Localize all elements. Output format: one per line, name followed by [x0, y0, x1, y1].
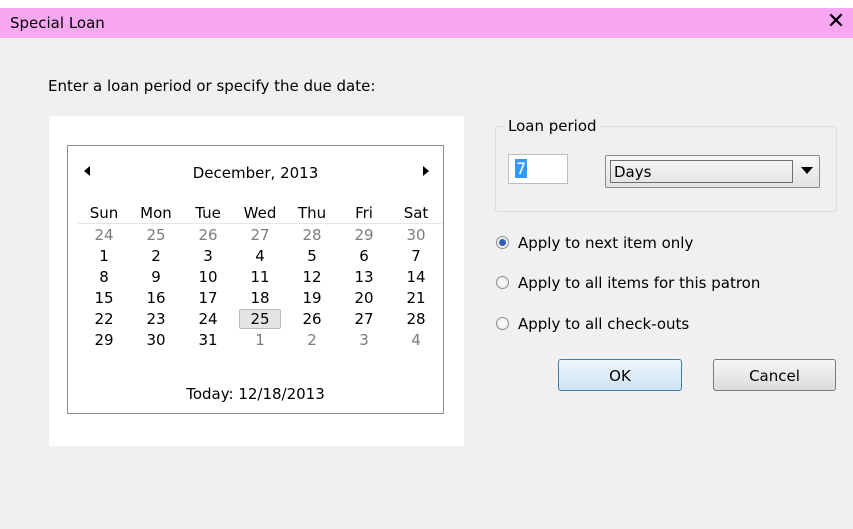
calendar-grid: Sun Mon Tue Wed Thu Fri Sat 24 25 26 27 … [78, 202, 442, 350]
calendar-day[interactable]: 11 [234, 266, 286, 287]
calendar-day[interactable]: 4 [234, 245, 286, 266]
calendar-day[interactable]: 2 [130, 245, 182, 266]
cancel-button[interactable]: Cancel [713, 359, 836, 391]
weekday-label: Tue [182, 202, 234, 224]
calendar: December, 2013 Sun Mon Tue Wed Thu Fri S… [67, 145, 444, 414]
calendar-day[interactable]: 16 [130, 287, 182, 308]
radio-label[interactable]: Apply to all items for this patron [518, 274, 760, 292]
title-bar-fill [0, 8, 853, 38]
weekday-label: Thu [286, 202, 338, 224]
loan-unit-dropdown[interactable]: Days [605, 155, 820, 188]
calendar-day[interactable]: 29 [78, 329, 130, 350]
calendar-day[interactable]: 5 [286, 245, 338, 266]
calendar-day[interactable]: 1 [234, 329, 286, 350]
weekday-label: Sat [390, 202, 442, 224]
calendar-day[interactable]: 31 [182, 329, 234, 350]
calendar-day[interactable]: 18 [234, 287, 286, 308]
calendar-day[interactable]: 28 [286, 224, 338, 246]
calendar-week: 8 9 10 11 12 13 14 [78, 266, 442, 287]
calendar-day[interactable]: 29 [338, 224, 390, 246]
radio-label[interactable]: Apply to next item only [518, 234, 693, 252]
calendar-day-selected[interactable]: 25 [234, 308, 286, 329]
calendar-day[interactable]: 26 [286, 308, 338, 329]
weekday-label: Sun [78, 202, 130, 224]
calendar-day[interactable]: 17 [182, 287, 234, 308]
triangle-right-icon[interactable] [420, 166, 430, 176]
loan-period-value: 7 [515, 159, 528, 178]
calendar-week: 29 30 31 1 2 3 4 [78, 329, 442, 350]
calendar-month-label[interactable]: December, 2013 [68, 164, 443, 182]
calendar-day[interactable]: 3 [338, 329, 390, 350]
selected-day[interactable]: 25 [239, 308, 281, 329]
calendar-day[interactable]: 24 [182, 308, 234, 329]
loan-period-input[interactable]: 7 [508, 154, 568, 184]
radio-label[interactable]: Apply to all check-outs [518, 315, 689, 333]
calendar-day[interactable]: 1 [78, 245, 130, 266]
calendar-day[interactable]: 19 [286, 287, 338, 308]
calendar-day[interactable]: 26 [182, 224, 234, 246]
weekday-label: Mon [130, 202, 182, 224]
calendar-day[interactable]: 12 [286, 266, 338, 287]
radio-unselected-icon[interactable] [496, 276, 509, 289]
calendar-day[interactable]: 2 [286, 329, 338, 350]
weekday-label: Fri [338, 202, 390, 224]
calendar-day[interactable]: 22 [78, 308, 130, 329]
calendar-day[interactable]: 10 [182, 266, 234, 287]
calendar-week: 15 16 17 18 19 20 21 [78, 287, 442, 308]
calendar-day[interactable]: 6 [338, 245, 390, 266]
close-icon[interactable]: ✕ [825, 9, 847, 35]
weekday-label: Wed [234, 202, 286, 224]
title-bar: Special Loan ✕ [0, 0, 853, 39]
weekday-header-row: Sun Mon Tue Wed Thu Fri Sat [78, 202, 442, 224]
radio-selected-icon[interactable] [496, 236, 509, 249]
calendar-day[interactable]: 23 [130, 308, 182, 329]
calendar-day[interactable]: 30 [390, 224, 442, 246]
calendar-day[interactable]: 14 [390, 266, 442, 287]
calendar-day[interactable]: 13 [338, 266, 390, 287]
calendar-day[interactable]: 27 [234, 224, 286, 246]
dropdown-arrow-icon[interactable] [801, 167, 813, 174]
calendar-day[interactable]: 28 [390, 308, 442, 329]
today-link[interactable]: Today: 12/18/2013 [68, 385, 443, 403]
calendar-day[interactable]: 24 [78, 224, 130, 246]
loan-period-group-label: Loan period [505, 117, 600, 135]
instruction-text: Enter a loan period or specify the due d… [48, 77, 376, 95]
calendar-day[interactable]: 21 [390, 287, 442, 308]
calendar-day[interactable]: 8 [78, 266, 130, 287]
calendar-week: 24 25 26 27 28 29 30 [78, 224, 442, 246]
radio-unselected-icon[interactable] [496, 317, 509, 330]
calendar-day[interactable]: 27 [338, 308, 390, 329]
loan-unit-value: Days [614, 163, 652, 181]
calendar-day[interactable]: 30 [130, 329, 182, 350]
calendar-day[interactable]: 7 [390, 245, 442, 266]
calendar-day[interactable]: 15 [78, 287, 130, 308]
calendar-day[interactable]: 9 [130, 266, 182, 287]
calendar-day[interactable]: 20 [338, 287, 390, 308]
calendar-day[interactable]: 4 [390, 329, 442, 350]
calendar-week: 1 2 3 4 5 6 7 [78, 245, 442, 266]
ok-button[interactable]: OK [558, 359, 682, 391]
calendar-day[interactable]: 3 [182, 245, 234, 266]
calendar-week: 22 23 24 25 26 27 28 [78, 308, 442, 329]
window-title: Special Loan [10, 14, 105, 32]
calendar-day[interactable]: 25 [130, 224, 182, 246]
